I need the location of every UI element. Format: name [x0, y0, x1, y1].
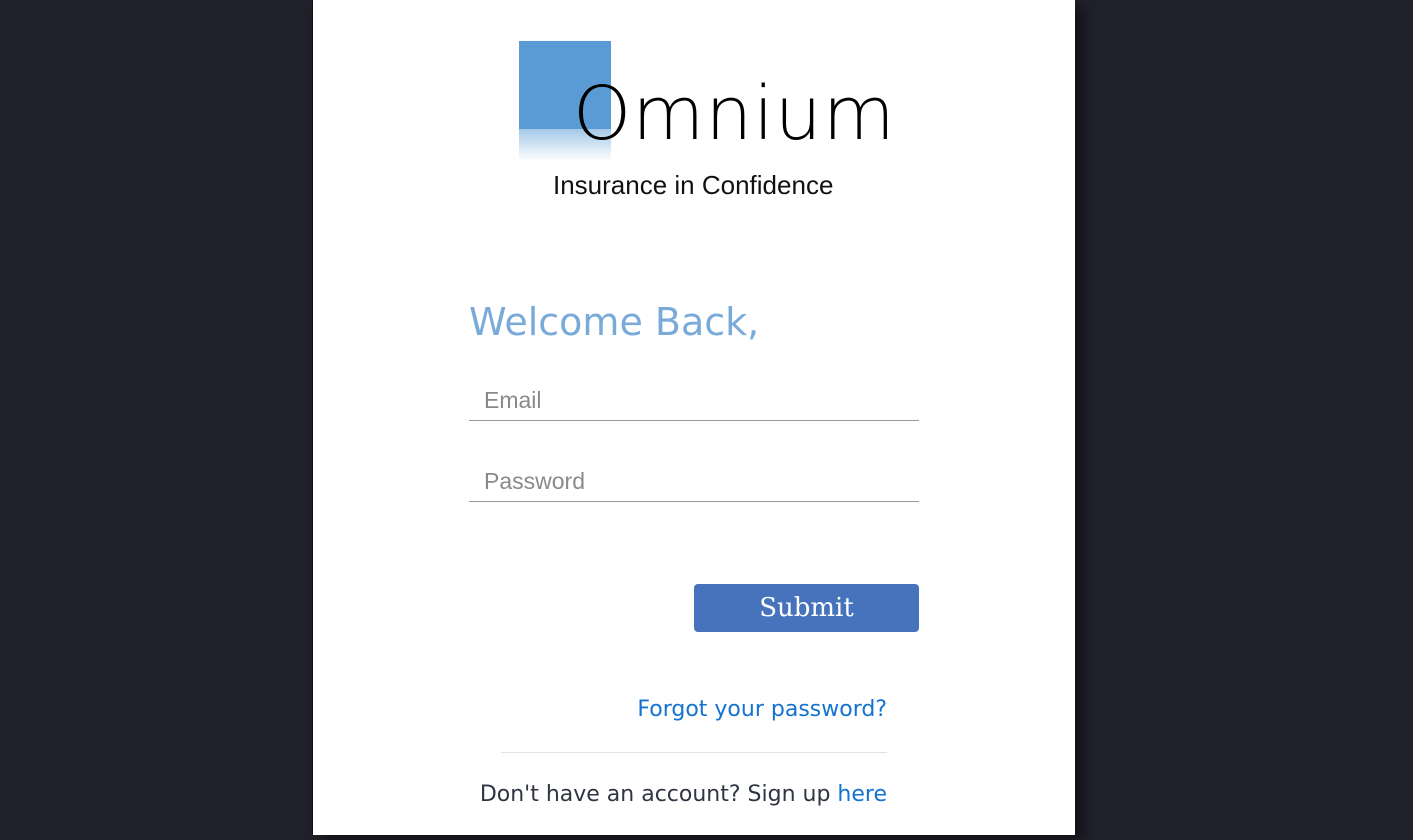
signup-prompt-text: Don't have an account? Sign up	[479, 782, 831, 807]
logo-tagline: Insurance in Confidence	[553, 170, 834, 200]
login-card: Omnium Insurance in Confidence Welcome B…	[312, 0, 1075, 835]
logo-wordmark: Omnium	[573, 71, 896, 157]
email-field[interactable]	[469, 381, 919, 421]
forgot-password-link[interactable]: Forgot your password?	[637, 694, 887, 726]
submit-button[interactable]: Submit	[694, 584, 919, 632]
omnium-logo: Omnium Insurance in Confidence	[519, 41, 895, 211]
password-field[interactable]	[469, 462, 919, 502]
divider	[501, 752, 887, 753]
signup-prompt: Don't have an account? Sign up here	[480, 779, 887, 811]
signup-link[interactable]: here	[837, 782, 887, 807]
welcome-heading: Welcome Back,	[469, 300, 760, 344]
